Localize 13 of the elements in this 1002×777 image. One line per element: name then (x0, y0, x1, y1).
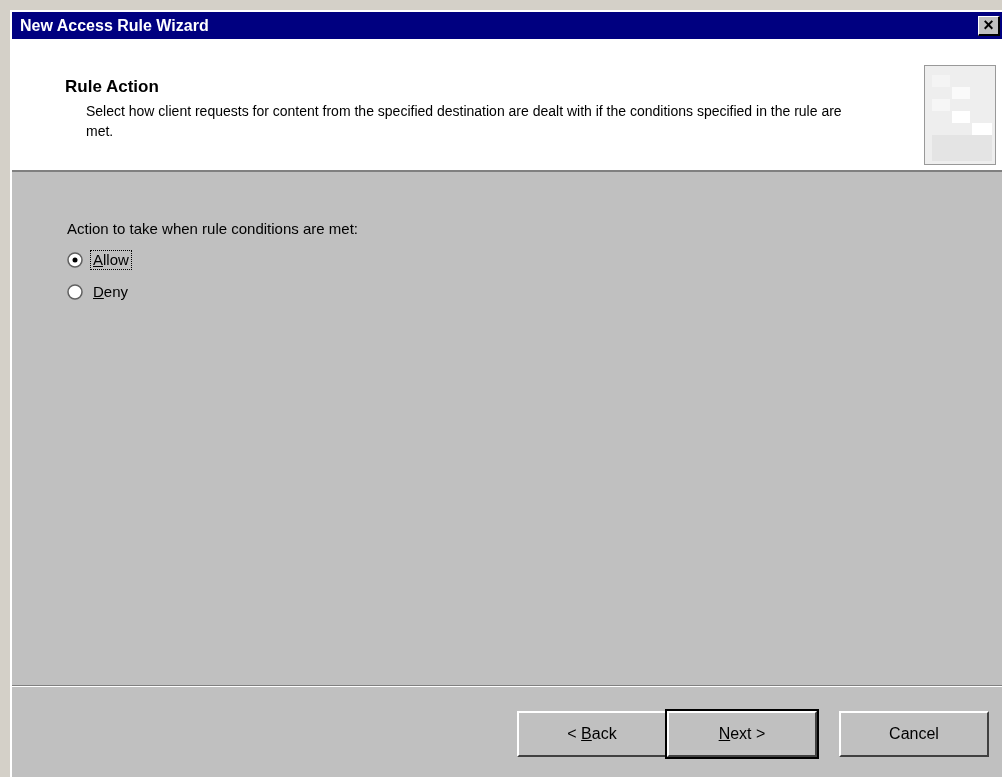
radio-button[interactable] (67, 252, 83, 268)
window-title: New Access Rule Wizard (20, 15, 209, 36)
page-description: Select how client requests for content from the specified destination are dealt with if the conditions specified in the rule are met. (86, 102, 843, 141)
back-button[interactable]: < Back (517, 711, 667, 757)
page-heading: Rule Action (65, 77, 160, 97)
wizard-icon (924, 65, 996, 165)
close-button[interactable]: × (978, 15, 1000, 36)
radio-button[interactable] (67, 284, 83, 300)
cancel-button[interactable]: Cancel (839, 711, 989, 757)
prompt-label: Action to take when rule conditions are met: (67, 220, 359, 238)
next-button[interactable]: Next > (667, 711, 817, 757)
radio-label[interactable]: Deny (91, 283, 131, 301)
radio-label[interactable]: Allow (91, 251, 131, 269)
